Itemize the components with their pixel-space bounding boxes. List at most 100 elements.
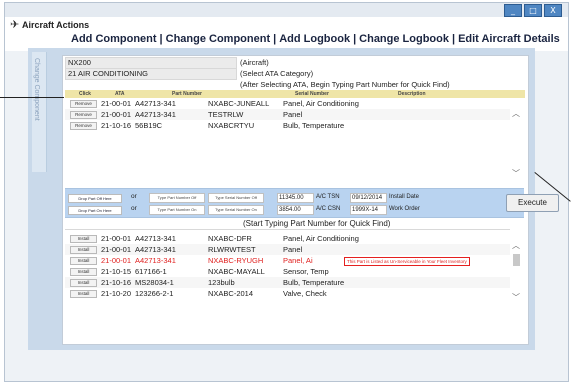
row-ata: 21-10-15: [101, 267, 132, 276]
ata-category-select[interactable]: 21 AIR CONDITIONING: [65, 68, 237, 80]
window-controls: _ □ X: [504, 4, 562, 17]
minimize-button[interactable]: _: [504, 4, 522, 17]
list-item-unserviceable[interactable]: Install 21-00-01 A42713-341 NXABC-RYUGH …: [65, 255, 510, 266]
tsn-label: A/C TSN: [316, 194, 340, 200]
col-serial-number: Serial Number: [295, 91, 329, 97]
row-desc: Panel, Air Conditioning: [283, 99, 359, 108]
row-serial: NXABCRTYU: [208, 121, 255, 130]
row-serial: 123bulb: [208, 278, 235, 287]
row-ata: 21-00-01: [101, 99, 132, 108]
row-part: A42713-341: [135, 256, 176, 265]
nav-change-logbook[interactable]: Change Logbook: [359, 33, 449, 45]
table-row[interactable]: Remove 21-10-16 56B19C NXABCRTYU Bulb, T…: [65, 120, 510, 131]
airplane-icon: ✈: [10, 19, 20, 31]
csn-input[interactable]: 3854.00: [277, 205, 314, 215]
row-desc: Sensor, Temp: [283, 267, 329, 276]
scroll-down-icon[interactable]: ﹀: [512, 168, 520, 179]
install-button[interactable]: Install: [70, 268, 97, 276]
install-date-label: Install Date: [389, 194, 420, 200]
available-components-list: Install 21-00-01 A42713-341 NXABC-DFR Pa…: [65, 233, 510, 299]
execute-button[interactable]: Execute: [506, 194, 559, 212]
tsn-input[interactable]: 11345.00: [277, 193, 314, 203]
row-desc: Bulb, Temperature: [283, 121, 345, 130]
part-number-hint: (After Selecting ATA, Begin Typing Part …: [240, 80, 450, 89]
drop-part-bar: Drop Part Off Here Drop Part On Here or …: [65, 188, 559, 218]
scroll-up-icon[interactable]: ︿: [512, 240, 520, 251]
row-desc: Panel: [283, 110, 303, 119]
scroll-up-icon[interactable]: ︿: [512, 108, 520, 119]
row-ata: 21-00-01: [101, 234, 132, 243]
nav-separator: |: [273, 33, 277, 45]
table-header: Click ATA Part Number Serial Number Desc…: [65, 90, 525, 98]
nav-add-logbook[interactable]: Add Logbook: [279, 33, 350, 45]
window-title: Aircraft Actions: [22, 20, 90, 30]
row-part: A42713-341: [135, 110, 176, 119]
row-part: 617166-1: [135, 267, 167, 276]
list-item[interactable]: Install 21-00-01 A42713-341 NXABC-DFR Pa…: [65, 233, 510, 244]
install-button[interactable]: Install: [70, 290, 97, 298]
quick-find-hint: (Start Typing Part Number for Quick Find…: [243, 219, 391, 228]
remove-button[interactable]: Remove: [70, 111, 97, 119]
col-part-number: Part Number: [172, 91, 203, 97]
drop-part-off-button[interactable]: Drop Part Off Here: [68, 194, 122, 203]
unserviceable-warning: This Part is Listed as Un-Serviceable in…: [344, 257, 470, 266]
col-description: Description: [398, 91, 426, 97]
table-row[interactable]: Remove 21-00-01 A42713-341 NXABC-JUNEALL…: [65, 98, 510, 109]
row-desc: Panel, Ai: [283, 256, 313, 265]
window-titlebar: _ □ X: [5, 3, 568, 17]
action-nav: Add Component | Change Component | Add Logbo…: [71, 33, 560, 45]
list-item[interactable]: Install 21-10-20 123266-2-1 NXABC-2014 V…: [65, 288, 510, 299]
type-serial-on-input[interactable]: Type Serial Number On: [208, 205, 264, 215]
close-button[interactable]: X: [544, 4, 562, 17]
scroll-down-icon[interactable]: ﹀: [512, 292, 520, 303]
ata-hint: (Select ATA Category): [240, 69, 314, 78]
maximize-button[interactable]: □: [524, 4, 542, 17]
type-serial-off-input[interactable]: Type Serial Number Off: [208, 193, 264, 203]
type-part-off-input[interactable]: Type Part Number Off: [149, 193, 205, 203]
row-serial: NXABC-MAYALL: [208, 267, 265, 276]
or-label: or: [131, 193, 137, 200]
install-button[interactable]: Install: [70, 257, 97, 265]
csn-label: A/C CSN: [316, 206, 341, 212]
work-order-input[interactable]: 1999X-14: [350, 205, 387, 215]
nav-add-component[interactable]: Add Component: [71, 33, 157, 45]
nav-separator: |: [159, 33, 163, 45]
available-list-scrollbar[interactable]: ︿ ﹀: [511, 232, 522, 308]
nav-change-component[interactable]: Change Component: [166, 33, 271, 45]
row-serial: TESTRLW: [208, 110, 244, 119]
list-item[interactable]: Install 21-10-15 617166-1 NXABC-MAYALL S…: [65, 266, 510, 277]
install-button[interactable]: Install: [70, 235, 97, 243]
row-desc: Panel: [283, 245, 303, 254]
row-part: 123266-2-1: [135, 289, 174, 298]
row-part: 56B19C: [135, 121, 163, 130]
nav-edit-aircraft-details[interactable]: Edit Aircraft Details: [458, 33, 560, 45]
installed-list-scrollbar[interactable]: ︿ ﹀: [511, 98, 522, 186]
row-ata: 21-00-01: [101, 110, 132, 119]
install-date-input[interactable]: 09/12/2014: [350, 193, 387, 203]
row-part: A42713-341: [135, 234, 176, 243]
aircraft-hint: (Aircraft): [240, 58, 269, 67]
nav-separator: |: [353, 33, 357, 45]
type-part-on-input[interactable]: Type Part Number On: [149, 205, 205, 215]
scroll-thumb[interactable]: [513, 254, 520, 266]
row-desc: Bulb, Temperature: [283, 278, 345, 287]
or-label: or: [131, 205, 137, 212]
remove-button[interactable]: Remove: [70, 100, 97, 108]
window-header: ✈ Aircraft Actions Add Component | Change …: [5, 17, 568, 51]
remove-button[interactable]: Remove: [70, 122, 97, 130]
work-order-label: Work Order: [389, 206, 420, 212]
row-serial: NXABC-2014: [208, 289, 254, 298]
row-ata: 21-10-16: [101, 121, 132, 130]
col-click: Click: [79, 91, 91, 97]
table-row[interactable]: Remove 21-00-01 A42713-341 TESTRLW Panel: [65, 109, 510, 120]
install-button[interactable]: Install: [70, 246, 97, 254]
row-desc: Panel, Air Conditioning: [283, 234, 359, 243]
col-ata: ATA: [115, 91, 125, 97]
side-tab-change-component[interactable]: Change Component: [32, 52, 47, 172]
list-item[interactable]: Install 21-00-01 A42713-341 RLWRWTEST Pa…: [65, 244, 510, 255]
drop-part-on-button[interactable]: Drop Part On Here: [68, 206, 122, 215]
row-part: A42713-341: [135, 99, 176, 108]
installed-components-list: Remove 21-00-01 A42713-341 NXABC-JUNEALL…: [65, 98, 510, 131]
install-button[interactable]: Install: [70, 279, 97, 287]
list-item[interactable]: Install 21-10-16 MS28034-1 123bulb Bulb,…: [65, 277, 510, 288]
